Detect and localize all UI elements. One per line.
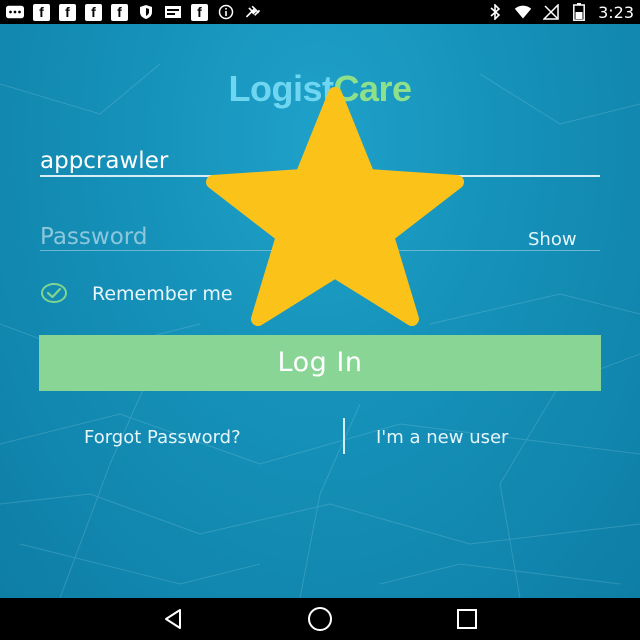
forgot-password-link[interactable]: Forgot Password? — [84, 427, 241, 448]
facebook-icon: f — [191, 3, 208, 21]
mail-icon — [164, 4, 182, 20]
recents-icon[interactable] — [447, 599, 487, 639]
star-icon — [206, 87, 464, 326]
home-icon[interactable] — [300, 599, 340, 639]
no-sim-icon — [542, 4, 560, 20]
info-icon — [217, 4, 235, 20]
clock: 3:23 — [598, 2, 634, 22]
facebook-icon: f — [85, 3, 102, 21]
login-screen: LogistCare appcrawler Password Show Reme… — [0, 24, 640, 598]
facebook-icon: f — [59, 3, 76, 21]
wifi-icon — [514, 4, 532, 20]
new-user-link[interactable]: I'm a new user — [376, 427, 508, 448]
facebook-icon: f — [33, 3, 50, 21]
status-bar: f f f f f 3:23 — [0, 0, 640, 24]
navigation-bar — [0, 598, 640, 640]
message-icon — [6, 4, 24, 20]
link-divider — [343, 418, 345, 454]
battery-icon — [570, 3, 588, 21]
show-password-button[interactable]: Show — [528, 229, 577, 250]
shield-icon — [137, 4, 155, 20]
login-button[interactable]: Log In — [39, 335, 601, 391]
bluetooth-icon — [486, 4, 504, 20]
facebook-icon: f — [111, 3, 128, 21]
satellite-icon — [244, 4, 262, 20]
remember-me-checkbox[interactable] — [40, 282, 68, 304]
back-icon[interactable] — [153, 599, 193, 639]
